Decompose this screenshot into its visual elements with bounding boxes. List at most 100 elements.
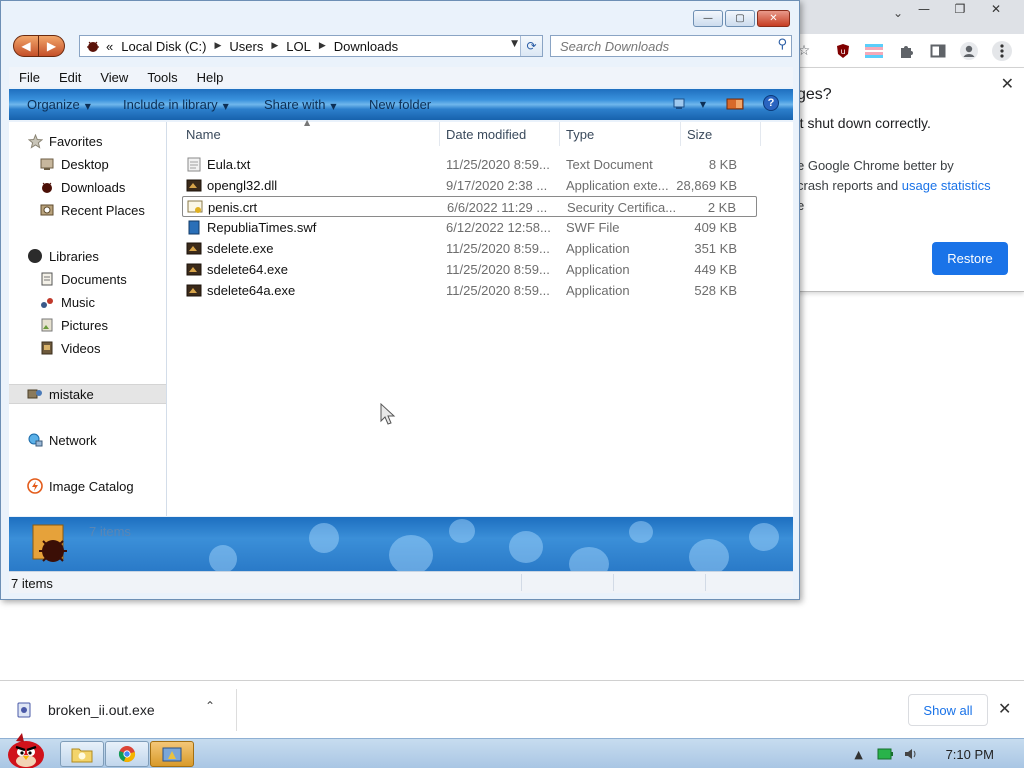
download-options-caret-icon[interactable]: ⌃	[205, 699, 215, 713]
menu-file[interactable]: File	[19, 70, 40, 85]
nav-favorites[interactable]: Favorites	[27, 131, 166, 151]
nav-desktop[interactable]: Desktop	[39, 154, 166, 174]
usage-statistics-link[interactable]: usage statistics	[902, 178, 991, 193]
menu-view[interactable]: View	[100, 70, 128, 85]
new-folder-button[interactable]: New folder	[369, 97, 431, 112]
nav-recent-places[interactable]: Recent Places	[39, 200, 166, 220]
breadcrumb-separator-icon[interactable]: ▶	[271, 41, 278, 51]
videos-icon	[39, 340, 55, 356]
file-name-cell: RepubliaTimes.swf	[186, 220, 316, 235]
file-row-eula[interactable]: Eula.txt 11/25/2020 8:59... Text Documen…	[182, 154, 757, 175]
nav-favorites-label: Favorites	[49, 133, 103, 149]
include-in-library-label: Include in library	[123, 97, 218, 112]
file-row-sdelete64[interactable]: sdelete64.exe 11/25/2020 8:59... Applica…	[182, 259, 757, 280]
forward-button[interactable]: ▶	[39, 35, 65, 57]
taskbar-chrome-button[interactable]	[105, 741, 149, 767]
taskbar-clock[interactable]: 7:10 PM	[946, 747, 994, 762]
nav-pictures-label: Pictures	[61, 317, 108, 333]
explorer-maximize-button[interactable]: ▢	[725, 10, 755, 27]
breadcrumb-lol[interactable]: LOL	[286, 39, 311, 54]
share-with-button[interactable]: Share with ▼	[264, 97, 337, 112]
preview-pane-icon[interactable]	[725, 97, 745, 111]
command-bar: Organize ▼ Include in library ▼ Share with…	[9, 89, 793, 120]
file-name: penis.crt	[208, 200, 258, 215]
extensions-icon[interactable]	[896, 41, 916, 61]
bokeh-decoration	[629, 521, 653, 543]
file-size: 28,869 KB	[676, 178, 737, 193]
nav-videos[interactable]: Videos	[39, 338, 166, 358]
view-options-caret-icon[interactable]: ▼	[693, 97, 713, 111]
nav-downloads-label: Downloads	[61, 179, 126, 195]
chrome-close-button[interactable]: ✕	[978, 0, 1014, 18]
volume-icon[interactable]	[902, 745, 920, 763]
show-hidden-icons-icon[interactable]: ▲	[850, 745, 868, 763]
menu-help[interactable]: Help	[197, 70, 224, 85]
nav-mistake[interactable]: mistake	[9, 384, 166, 404]
breadcrumb-overflow[interactable]: «	[106, 39, 113, 54]
address-dropdown-icon[interactable]: ▼	[511, 39, 518, 49]
menu-edit[interactable]: Edit	[59, 70, 81, 85]
column-header-name[interactable]: Name	[180, 122, 440, 146]
change-view-icon[interactable]	[671, 97, 691, 111]
tab-search-chevron-icon[interactable]: ⌄	[893, 6, 903, 20]
text-file-icon	[186, 157, 202, 172]
ublock-icon[interactable]: u	[833, 41, 853, 61]
column-header-type[interactable]: Type	[560, 122, 681, 146]
account-icon[interactable]	[959, 41, 979, 61]
breadcrumb-separator-icon[interactable]: ▶	[319, 41, 326, 51]
download-item[interactable]: broken_ii.out.exe	[14, 695, 236, 725]
file-row-republiatimes[interactable]: RepubliaTimes.swf 6/12/2022 12:58... SWF…	[182, 217, 757, 238]
battery-icon[interactable]	[876, 745, 894, 763]
breadcrumb-separator-icon[interactable]: ▶	[214, 41, 221, 51]
file-row-sdelete[interactable]: sdelete.exe 11/25/2020 8:59... Applicati…	[182, 238, 757, 259]
back-button[interactable]: ◀	[13, 35, 39, 57]
explorer-minimize-button[interactable]: —	[693, 10, 723, 27]
nav-pictures[interactable]: Pictures	[39, 315, 166, 335]
breadcrumb-downloads[interactable]: Downloads	[334, 39, 398, 54]
bokeh-decoration	[389, 535, 433, 571]
download-shelf: broken_ii.out.exe ⌃ Show all ✕	[0, 680, 1024, 738]
start-button[interactable]	[2, 731, 50, 768]
column-header-date-modified[interactable]: Date modified	[440, 122, 560, 146]
nav-downloads[interactable]: Downloads	[39, 177, 166, 197]
nav-image-catalog-label: Image Catalog	[49, 478, 134, 494]
bokeh-decoration	[509, 531, 543, 563]
libraries-icon	[27, 248, 43, 264]
download-shelf-close-icon[interactable]: ✕	[998, 699, 1011, 718]
file-size: 528 KB	[694, 283, 737, 298]
search-icon[interactable]: ⚲	[777, 37, 787, 52]
include-in-library-button[interactable]: Include in library ▼	[123, 97, 229, 112]
breadcrumb-local-disk[interactable]: Local Disk (C:)	[121, 39, 206, 54]
refresh-button[interactable]: ⟳	[520, 36, 542, 56]
organize-button[interactable]: Organize ▼	[27, 97, 91, 112]
file-type: Application	[566, 283, 630, 298]
explorer-close-button[interactable]: ✕	[757, 10, 790, 27]
nav-documents[interactable]: Documents	[39, 269, 166, 289]
chrome-restore-button[interactable]: ❐	[942, 0, 978, 18]
help-button[interactable]: ?	[763, 95, 779, 111]
restore-bubble-title: ges?	[797, 86, 832, 103]
nav-image-catalog[interactable]: Image Catalog	[27, 476, 166, 496]
nav-music[interactable]: Music	[39, 292, 166, 312]
profile-flag-icon[interactable]	[864, 41, 884, 61]
chrome-minimize-button[interactable]: —	[906, 0, 942, 18]
restore-button[interactable]: Restore	[932, 242, 1008, 275]
file-row-opengl32[interactable]: opengl32.dll 9/17/2020 2:38 ... Applicat…	[182, 175, 757, 196]
address-bar[interactable]: « Local Disk (C:) ▶ Users ▶ LOL ▶ Downlo…	[79, 35, 543, 57]
file-row-penis-crt[interactable]: penis.crt 6/6/2022 11:29 ... Security Ce…	[182, 196, 757, 217]
file-row-sdelete64a[interactable]: sdelete64a.exe 11/25/2020 8:59... Applic…	[182, 280, 757, 301]
music-icon	[39, 294, 55, 310]
sidebar-icon[interactable]	[928, 41, 948, 61]
taskbar-explorer-button[interactable]	[60, 741, 104, 767]
status-divider	[521, 574, 522, 591]
nav-libraries[interactable]: Libraries	[27, 246, 166, 266]
search-input[interactable]	[551, 36, 771, 56]
nav-network[interactable]: Network	[27, 430, 166, 450]
menu-tools[interactable]: Tools	[147, 70, 177, 85]
show-all-button[interactable]: Show all	[908, 694, 988, 726]
chrome-menu-icon[interactable]	[992, 41, 1012, 61]
taskbar-app-button[interactable]	[150, 741, 194, 767]
restore-bubble-close-icon[interactable]: ✕	[1001, 74, 1014, 93]
column-header-size[interactable]: Size	[681, 122, 761, 146]
breadcrumb-users[interactable]: Users	[229, 39, 263, 54]
